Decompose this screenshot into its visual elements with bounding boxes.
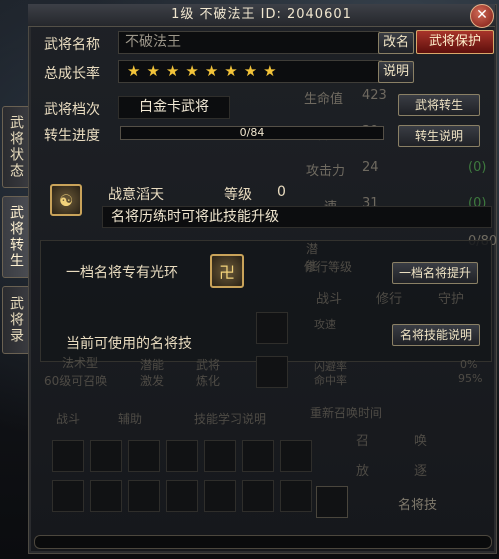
inventory-slot[interactable] <box>242 440 274 472</box>
inventory-slot[interactable] <box>52 480 84 512</box>
inventory-slot[interactable] <box>204 440 236 472</box>
inventory-slot[interactable] <box>128 480 160 512</box>
star-icon: ★ <box>204 62 219 80</box>
ghost-skill-learn: 技能学习说明 <box>194 412 267 426</box>
rebirth-progress-bar: 0/84 <box>120 126 384 140</box>
star-icon: ★ <box>263 62 277 80</box>
inventory-slot[interactable] <box>90 440 122 472</box>
ghost-left-4: 激发 <box>140 374 165 388</box>
yin-yang-skill-icon[interactable]: ☯ <box>50 184 82 216</box>
atk-label: 攻击力 <box>306 164 346 179</box>
general-name-field[interactable]: 不破法王 <box>118 31 380 54</box>
famous-skill-slot[interactable] <box>316 486 348 518</box>
rebirth-explain-button[interactable]: 转生说明 <box>398 125 480 147</box>
ghost-battle: 战斗 <box>56 412 81 426</box>
atk-value: 24 <box>362 160 379 175</box>
skill-name: 战意滔天 <box>108 187 164 203</box>
hp-value: 423 <box>362 88 387 103</box>
ghost-assist: 辅助 <box>118 412 143 426</box>
ghost-left-5: 武将 <box>196 358 221 372</box>
ghost-left-3: 潜能 <box>140 358 165 372</box>
close-icon: ✕ <box>476 7 488 23</box>
ghost-tab-train: 修行 <box>376 292 403 307</box>
inventory-slot[interactable] <box>52 440 84 472</box>
star-icon: ★ <box>127 62 141 80</box>
grade-value: 白金卡武将 <box>118 96 230 119</box>
growth-stars: ★ ★ ★ ★ ★ ★ ★ ★ <box>118 60 382 83</box>
ghost-rate-val-3: 0% <box>460 358 478 371</box>
star-icon: ★ <box>243 62 258 80</box>
skill-hint: 名将历练时可将此技能升级 <box>102 206 492 228</box>
rebirth-progress-text: 0/84 <box>239 126 265 139</box>
tab-general-status[interactable]: 武将状态 <box>2 106 30 188</box>
ghost-resummon: 重新召唤时间 <box>310 406 383 420</box>
ghost-release-1: 放 <box>356 464 370 479</box>
growth-explain-button[interactable]: 说明 <box>378 61 414 83</box>
ghost-release-2: 逐 <box>414 464 428 479</box>
rebirth-button[interactable]: 武将转生 <box>398 94 480 116</box>
ghost-tab-guard: 守护 <box>438 292 465 307</box>
skill-level-label: 等级 <box>224 187 252 203</box>
protect-general-button[interactable]: 武将保护 <box>416 30 494 54</box>
star-icon: ★ <box>185 62 199 80</box>
inventory-slot[interactable] <box>242 480 274 512</box>
inventory-slot[interactable] <box>166 440 198 472</box>
ghost-left-1: 法术型 <box>62 356 99 370</box>
grade-label: 武将档次 <box>44 102 100 118</box>
skill-level-value: 0 <box>277 184 286 200</box>
growth-label: 总成长率 <box>44 66 100 82</box>
ghost-rate-1: 攻速 <box>314 318 336 331</box>
ghost-summon-1: 召 <box>356 434 370 449</box>
bottom-scrollbar[interactable] <box>34 535 492 549</box>
ghost-rate-4: 命中率 <box>314 374 347 387</box>
hp-label: 生命值 <box>304 92 344 107</box>
inventory-slot[interactable] <box>166 480 198 512</box>
ghost-left-6: 炼化 <box>196 374 221 388</box>
ghost-summon-2: 唤 <box>414 434 428 449</box>
halo-label: 一档名将专有光环 <box>66 265 178 281</box>
skill-slot[interactable] <box>256 356 288 388</box>
close-button[interactable]: ✕ <box>470 4 494 28</box>
name-label: 武将名称 <box>44 37 100 53</box>
window-title: 1级 不破法王 ID: 2040601 <box>28 4 495 27</box>
tab-general-rebirth[interactable]: 武将转生 <box>2 196 30 278</box>
inventory-slot[interactable] <box>280 480 312 512</box>
inventory-slot[interactable] <box>128 440 160 472</box>
swastika-halo-icon[interactable]: 卍 <box>210 254 244 288</box>
ghost-rate-val-4: 95% <box>458 372 483 385</box>
rebirth-progress-label: 转生进度 <box>44 128 100 144</box>
train-level-label: 修行等级 <box>304 260 353 274</box>
star-icon: ★ <box>146 62 160 80</box>
inventory-slot[interactable] <box>204 480 236 512</box>
halo-upgrade-button[interactable]: 一档名将提升 <box>392 262 478 284</box>
usable-skill-label: 当前可使用的名将技 <box>66 336 192 352</box>
ghost-tab-battle: 战斗 <box>316 292 343 307</box>
rename-button[interactable]: 改名 <box>378 32 414 54</box>
tab-general-record[interactable]: 武将录 <box>2 286 30 354</box>
famous-skill-label: 名将技 <box>398 498 438 513</box>
ghost-left-2: 60级可召唤 <box>44 374 108 388</box>
inventory-slot[interactable] <box>280 440 312 472</box>
star-icon: ★ <box>224 62 238 80</box>
star-icon: ★ <box>165 62 180 80</box>
atk-bonus: (0) <box>468 160 487 175</box>
skill-slot[interactable] <box>256 312 288 344</box>
inventory-slot[interactable] <box>90 480 122 512</box>
skill-explain-button[interactable]: 名将技能说明 <box>392 324 480 346</box>
